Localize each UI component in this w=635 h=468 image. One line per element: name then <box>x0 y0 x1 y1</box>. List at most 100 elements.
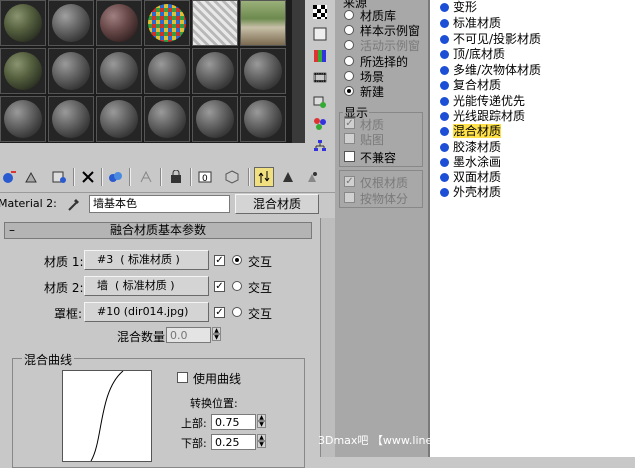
show-materials-checkbox[interactable]: ✓ <box>344 118 355 129</box>
lower-label: 下部: <box>181 437 207 450</box>
rollout-header[interactable]: – 融合材质基本参数 <box>4 222 312 239</box>
material-navigator-icon[interactable] <box>309 136 331 156</box>
material1-interactive-radio[interactable] <box>232 255 242 265</box>
select-by-material-icon[interactable] <box>309 114 331 134</box>
backlight-icon[interactable] <box>309 24 331 44</box>
sample-slot[interactable] <box>96 48 142 94</box>
source-radio-mtl-editor[interactable] <box>344 25 354 35</box>
by-object-checkbox[interactable] <box>344 192 355 203</box>
material1-button[interactable]: #3 ( 标准材质 ) <box>84 250 209 270</box>
sample-slot[interactable] <box>192 48 238 94</box>
material-dot-icon <box>440 158 449 167</box>
reset-material-icon[interactable] <box>78 167 98 187</box>
make-unique-icon[interactable] <box>106 167 126 187</box>
show-maps-checkbox[interactable] <box>344 133 355 144</box>
material-sphere <box>148 4 186 42</box>
sample-slot[interactable] <box>240 0 286 46</box>
source-radio-selected[interactable] <box>344 56 354 66</box>
options-icon[interactable] <box>309 92 331 112</box>
source-radio-scene[interactable] <box>344 71 354 81</box>
assign-to-selection-icon[interactable] <box>50 167 70 187</box>
make-preview-icon[interactable]: 🎞 <box>309 68 331 88</box>
show-end-result-icon[interactable] <box>222 167 242 187</box>
show-maps-label: 贴图 <box>360 133 385 147</box>
list-item-selected[interactable]: 混合材质 <box>440 124 502 139</box>
sample-slot[interactable] <box>0 0 46 46</box>
sample-slot[interactable] <box>48 48 94 94</box>
material-type-list: 变形 标准材质 不可见/投影材质 顶/底材质 多维/次物体材质 复合材质 光能传… <box>428 0 635 457</box>
material-dot-icon <box>440 19 449 28</box>
material-effects-channel-icon[interactable] <box>166 167 186 187</box>
list-item[interactable]: 外壳材质 <box>440 185 501 200</box>
rollout-title: 融合材质基本参数 <box>109 223 206 237</box>
material2-button[interactable]: 墙 ( 标准材质 ) <box>84 276 209 296</box>
source-radio-active-slot[interactable] <box>344 40 354 50</box>
color-check-icon[interactable] <box>309 46 331 66</box>
upper-input[interactable]: 0.75 <box>211 414 256 430</box>
list-item[interactable]: 双面材质 <box>440 170 501 185</box>
background-checker-icon[interactable] <box>309 2 331 22</box>
material-dot-icon <box>440 143 449 152</box>
list-item[interactable]: 复合材质 <box>440 78 501 93</box>
slots-scrollbar[interactable] <box>292 0 305 143</box>
sample-slot[interactable] <box>192 0 238 46</box>
material1-interactive-label: 交互 <box>248 255 273 269</box>
material-name-input[interactable]: 墙基本色 <box>89 195 230 213</box>
sample-slot[interactable] <box>96 96 142 142</box>
material-dot-icon <box>440 35 449 44</box>
sample-slot[interactable] <box>0 48 46 94</box>
mask-enable-checkbox[interactable]: ✓ <box>214 307 225 318</box>
show-incompatible-checkbox[interactable] <box>344 151 355 162</box>
root-only-checkbox[interactable]: ✓ <box>344 176 355 187</box>
list-item[interactable]: 标准材质 <box>440 16 501 31</box>
toolbar-divider <box>129 168 131 186</box>
sample-slot[interactable] <box>192 96 238 142</box>
rollout-scrollbar[interactable] <box>320 218 336 457</box>
go-to-parent-icon[interactable] <box>254 167 274 187</box>
material-type-button[interactable]: 混合材质 <box>235 194 319 214</box>
upper-spinner[interactable]: ▲ ▼ <box>257 414 266 430</box>
sample-slot[interactable] <box>48 96 94 142</box>
material-slot-label: Material 2: <box>0 197 57 210</box>
list-item[interactable]: 顶/底材质 <box>440 47 505 62</box>
put-to-scene-icon[interactable] <box>22 167 42 187</box>
list-item[interactable]: 胶漆材质 <box>440 140 501 155</box>
source-radio-library[interactable] <box>344 10 354 20</box>
list-item[interactable]: 多维/次物体材质 <box>440 63 541 78</box>
sample-slot[interactable] <box>240 48 286 94</box>
mix-amount-spinner[interactable]: ▲ ▼ <box>212 327 221 343</box>
sample-slot[interactable] <box>96 0 142 46</box>
put-to-library-icon[interactable] <box>136 167 156 187</box>
get-material-icon[interactable] <box>0 167 20 187</box>
material2-interactive-radio[interactable] <box>232 281 242 291</box>
lower-spinner[interactable]: ▲ ▼ <box>257 434 266 450</box>
list-item[interactable]: 墨水涂画 <box>440 155 501 170</box>
show-map-in-viewport-icon[interactable]: 0 <box>196 167 216 187</box>
mask-interactive-radio[interactable] <box>232 307 242 317</box>
pick-material-eyedropper-icon[interactable] <box>66 196 82 212</box>
mix-amount-input[interactable]: 0.0 <box>166 327 211 343</box>
material-sphere <box>100 52 138 90</box>
source-radio-new[interactable] <box>344 86 354 96</box>
sample-slot[interactable] <box>48 0 94 46</box>
mix-curve-group <box>12 358 305 468</box>
sample-slot[interactable] <box>144 0 190 46</box>
sample-slot[interactable] <box>0 96 46 142</box>
toolbar-divider <box>101 168 103 186</box>
mask-map-button[interactable]: #10 (dir014.jpg) <box>84 302 209 322</box>
use-curve-checkbox[interactable] <box>177 372 188 383</box>
use-curve-label: 使用曲线 <box>193 372 242 386</box>
go-forward-sibling-icon[interactable] <box>278 167 298 187</box>
pick-from-object-icon[interactable] <box>302 167 322 187</box>
sample-slot[interactable] <box>144 48 190 94</box>
list-item[interactable]: 光线跟踪材质 <box>440 109 525 124</box>
material-sphere <box>100 4 138 42</box>
sample-slot[interactable] <box>240 96 286 142</box>
list-item[interactable]: 不可见/投影材质 <box>440 32 541 47</box>
lower-input[interactable]: 0.25 <box>211 434 256 450</box>
list-item[interactable]: 光能传递优先 <box>440 94 525 109</box>
list-item[interactable]: 变形 <box>440 0 477 15</box>
sample-slot[interactable] <box>144 96 190 142</box>
material2-enable-checkbox[interactable]: ✓ <box>214 281 225 292</box>
material1-enable-checkbox[interactable]: ✓ <box>214 255 225 266</box>
